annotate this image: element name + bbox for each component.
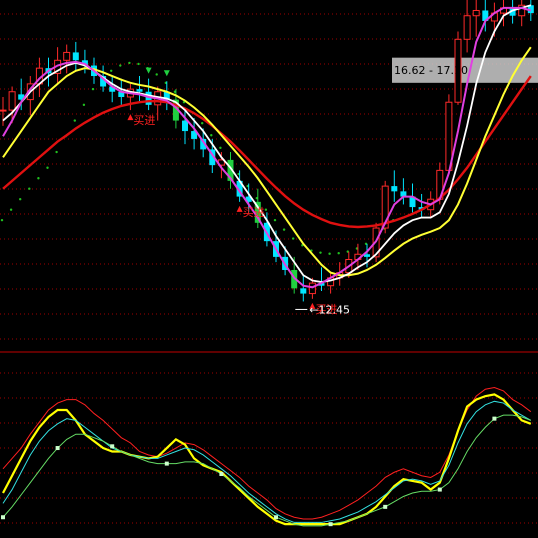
buy-signal-label: 买进 xyxy=(133,114,155,127)
candle-body-up xyxy=(463,15,471,40)
trend-dot xyxy=(91,87,95,91)
trend-dot xyxy=(55,150,58,154)
oscillator-marker xyxy=(274,515,278,520)
candle-body-up xyxy=(8,91,16,111)
oscillator-marker xyxy=(383,504,388,509)
trend-dot xyxy=(328,252,331,255)
oscillator-marker xyxy=(437,487,442,492)
trend-dot xyxy=(46,166,49,169)
trend-dot xyxy=(82,103,86,107)
chart-canvas: 买进买进买进←12.4516.62 - 17.10 xyxy=(0,0,538,527)
trend-dot xyxy=(201,121,204,125)
candle-body-up xyxy=(63,51,71,61)
candle-body-down xyxy=(72,52,79,61)
oscillator-marker xyxy=(110,444,115,449)
oscillator-marker xyxy=(328,522,333,527)
trend-dot xyxy=(0,218,4,222)
sell-signal-arrow xyxy=(145,67,152,74)
trend-dot xyxy=(37,177,40,180)
stock-chart: 买进 买进 买进 ←12.45 16.62 - 17.10 xyxy=(0,0,538,538)
candle-body-up xyxy=(472,9,480,17)
trend-dot xyxy=(264,208,268,211)
trend-dot xyxy=(273,218,277,222)
oscillator-line xyxy=(2,400,532,523)
trend-dot xyxy=(9,208,13,211)
low-marker-label: ←12.45 xyxy=(309,303,350,316)
oscillator-marker xyxy=(1,515,5,520)
buy-signal-label: 买进 xyxy=(243,206,265,219)
price-band-label: 16.62 - 17.10 xyxy=(394,64,468,77)
trend-dot xyxy=(110,69,113,72)
trend-dot xyxy=(155,73,158,76)
candle-body-up xyxy=(0,109,7,112)
trend-dot xyxy=(219,146,222,150)
sell-signal-arrow xyxy=(163,70,170,77)
trend-dot xyxy=(319,251,322,254)
trend-dot xyxy=(19,198,22,201)
trend-dot xyxy=(128,61,131,65)
trend-dot xyxy=(210,134,213,137)
trend-dot xyxy=(292,237,295,240)
trend-dot xyxy=(119,64,122,67)
candle-body-down xyxy=(391,186,398,192)
oscillator-marker xyxy=(164,461,169,466)
candle-body-down xyxy=(182,120,188,132)
trend-dot xyxy=(73,119,77,122)
oscillator-marker xyxy=(55,446,60,451)
trend-dot xyxy=(337,252,340,255)
candle-body-down xyxy=(136,89,143,92)
oscillator-marker xyxy=(219,471,224,476)
trend-dot xyxy=(137,62,140,66)
oscillator-marker xyxy=(492,416,497,421)
candle-body-down xyxy=(300,288,307,294)
trend-dot xyxy=(28,187,31,190)
candle-body-up xyxy=(308,282,316,295)
trend-dot xyxy=(282,228,286,231)
